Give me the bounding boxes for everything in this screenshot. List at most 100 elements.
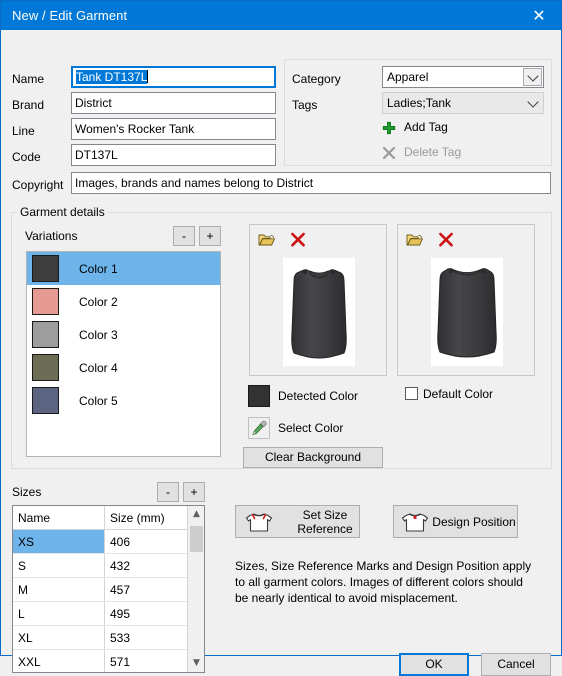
list-item[interactable]: Color 4 <box>27 351 220 384</box>
cell-size: 457 <box>110 583 131 597</box>
sizes-note: Sizes, Size Reference Marks and Design P… <box>235 559 532 605</box>
line-input[interactable]: Women's Rocker Tank <box>71 118 276 140</box>
design-position-button[interactable]: Design Position <box>393 505 518 538</box>
name-input-value: Tank DT137L <box>76 70 148 84</box>
detected-color-swatch <box>248 385 270 407</box>
column-header-name: Name <box>13 506 105 529</box>
name-label: Name <box>12 72 45 86</box>
tags-select[interactable]: Ladies;Tank <box>382 92 544 114</box>
design-position-label: Design Position <box>432 514 516 529</box>
variation-add-button[interactable]: + <box>199 226 221 246</box>
color-swatch <box>32 255 59 282</box>
garment-details-title: Garment details <box>17 205 108 219</box>
select-color-button[interactable] <box>248 417 270 439</box>
eyedropper-icon <box>252 420 267 436</box>
cell-name: L <box>13 602 105 625</box>
front-image-pane <box>249 224 387 376</box>
table-row[interactable]: XS 406 <box>13 530 204 554</box>
color-swatch <box>32 321 59 348</box>
list-item-label: Color 4 <box>79 360 118 375</box>
cell-name: XS <box>13 530 105 553</box>
delete-x-icon[interactable] <box>438 232 454 248</box>
scroll-down-icon[interactable]: ▼ <box>188 655 204 672</box>
x-icon <box>382 146 396 160</box>
select-color-label: Select Color <box>278 421 344 435</box>
chevron-down-icon[interactable] <box>523 68 542 86</box>
scrollbar-thumb[interactable] <box>190 526 203 552</box>
back-garment-photo <box>431 258 503 366</box>
dialog-window: New / Edit Garment ✕ Name Tank DT137L Br… <box>0 0 562 676</box>
color-swatch <box>32 387 59 414</box>
tags-label: Tags <box>292 98 318 112</box>
clear-background-button[interactable]: Clear Background <box>243 447 383 468</box>
set-size-reference-label: Set Size Reference <box>297 507 353 536</box>
list-item[interactable]: Color 5 <box>27 384 220 417</box>
cell-name: M <box>13 578 105 601</box>
sizes-label: Sizes <box>12 485 42 499</box>
table-row[interactable]: S 432 <box>13 554 204 578</box>
ok-button[interactable]: OK <box>399 653 469 676</box>
scroll-up-icon[interactable]: ▲ <box>188 506 204 523</box>
cell-size: 533 <box>110 631 131 645</box>
tshirt-icon <box>401 513 429 532</box>
cell-name: XXL <box>13 650 105 672</box>
list-item-label: Color 5 <box>79 393 118 408</box>
default-color-checkbox[interactable] <box>405 387 418 400</box>
cell-name: S <box>13 554 105 577</box>
text-caret <box>147 70 149 83</box>
default-color-label: Default Color <box>423 387 494 401</box>
table-row[interactable]: M 457 <box>13 578 204 602</box>
tank-top-back-image <box>437 268 497 358</box>
code-input[interactable]: DT137L <box>71 144 276 166</box>
chevron-down-icon[interactable] <box>523 94 542 112</box>
brand-input[interactable]: District <box>71 92 276 114</box>
size-remove-button[interactable]: - <box>157 482 179 502</box>
list-item[interactable]: Color 2 <box>27 285 220 318</box>
table-header-row: Name Size (mm) <box>13 506 204 530</box>
delete-tag-button[interactable]: Delete Tag <box>382 144 532 162</box>
cell-size: 406 <box>110 535 131 549</box>
list-item[interactable]: Color 1 <box>27 252 220 285</box>
cancel-button[interactable]: Cancel <box>481 653 551 676</box>
window-title: New / Edit Garment <box>12 8 128 23</box>
cell-name: XL <box>13 626 105 649</box>
variations-label: Variations <box>25 229 78 243</box>
table-row[interactable]: L 495 <box>13 602 204 626</box>
cell-size: 495 <box>110 607 131 621</box>
variation-remove-button[interactable]: - <box>173 226 195 246</box>
size-add-button[interactable]: + <box>183 482 205 502</box>
color-swatch <box>32 354 59 381</box>
add-tag-label: Add Tag <box>404 120 448 134</box>
delete-tag-label: Delete Tag <box>404 145 462 159</box>
sizes-scrollbar[interactable]: ▲ ▼ <box>187 506 204 672</box>
close-icon[interactable]: ✕ <box>517 1 561 30</box>
list-item-label: Color 2 <box>79 294 118 309</box>
tshirt-icon <box>245 513 273 532</box>
title-bar: New / Edit Garment ✕ <box>1 1 561 30</box>
add-tag-button[interactable]: Add Tag <box>382 119 532 137</box>
folder-open-icon[interactable] <box>258 232 276 248</box>
table-row[interactable]: XXL 571 <box>13 650 204 672</box>
set-size-reference-button[interactable]: Set Size Reference <box>235 505 360 538</box>
cell-size: 432 <box>110 559 131 573</box>
table-row[interactable]: XL 533 <box>13 626 204 650</box>
detected-color-label: Detected Color <box>278 389 359 403</box>
name-input[interactable]: Tank DT137L <box>71 66 276 88</box>
category-value: Apparel <box>387 70 429 84</box>
variations-list[interactable]: Color 1 Color 2 Color 3 Color 4 Color 5 <box>26 251 221 457</box>
folder-open-icon[interactable] <box>406 232 424 248</box>
column-header-size: Size (mm) <box>110 511 165 525</box>
back-image-pane <box>397 224 535 376</box>
tags-value: Ladies;Tank <box>387 96 452 110</box>
cell-size: 571 <box>110 655 131 669</box>
copyright-input[interactable]: Images, brands and names belong to Distr… <box>71 172 551 194</box>
plus-icon <box>382 121 396 135</box>
list-item-label: Color 3 <box>79 327 118 342</box>
dialog-body: Name Tank DT137L Brand District Line Wom… <box>1 30 561 676</box>
sizes-table[interactable]: Name Size (mm) XS 406 S 432 M 457 L 495 … <box>12 505 205 673</box>
tank-top-front-image <box>291 269 347 359</box>
category-select[interactable]: Apparel <box>382 66 544 88</box>
delete-x-icon[interactable] <box>290 232 306 248</box>
list-item[interactable]: Color 3 <box>27 318 220 351</box>
list-item-label: Color 1 <box>79 261 118 276</box>
